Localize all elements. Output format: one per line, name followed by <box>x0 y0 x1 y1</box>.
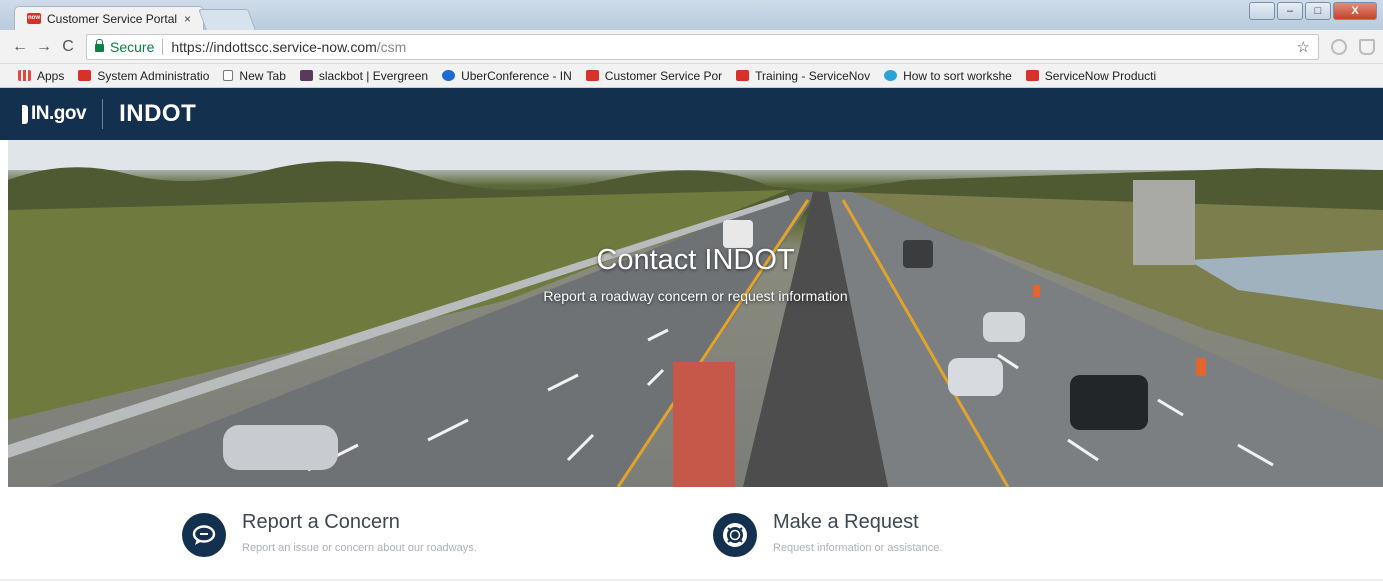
apps-icon <box>18 70 31 81</box>
bookmark-apps[interactable]: Apps <box>18 69 64 83</box>
highway-photo <box>8 140 1383 487</box>
hero-banner: Contact INDOT Report a roadway concern o… <box>8 140 1383 487</box>
bookmark-label: New Tab <box>239 68 286 83</box>
site-header: IN.gov INDOT <box>0 88 1383 140</box>
bookmark-label: ServiceNow Producti <box>1044 68 1157 83</box>
make-request-card[interactable]: Make a Request Request information or as… <box>713 511 942 557</box>
minimize-button[interactable]: – <box>1277 2 1303 20</box>
hero-title: Contact INDOT <box>596 244 795 276</box>
servicenow-icon <box>1025 70 1039 81</box>
bookmark-label: Training - ServiceNov <box>755 68 871 83</box>
indot-logo[interactable]: INDOT <box>119 100 196 128</box>
bookmark-uberconference[interactable]: UberConference - IN <box>442 69 572 83</box>
slack-icon <box>299 70 313 81</box>
make-request-description: Request information or assistance. <box>773 542 943 554</box>
forward-button[interactable]: → <box>32 38 56 56</box>
bookmark-label: System Administratio <box>97 68 210 83</box>
bookmark-new-tab[interactable]: New Tab <box>223 68 286 83</box>
divider <box>0 579 1383 581</box>
servicenow-favicon-icon: now <box>27 13 41 24</box>
new-tab-button[interactable] <box>198 9 256 30</box>
address-bar[interactable]: Secure https://indottscc.service-now.com… <box>86 33 1319 60</box>
bookmark-label: Customer Service Por <box>604 68 723 83</box>
bookmark-label: slackbot | Evergreen <box>318 68 429 83</box>
tab-title: Customer Service Portal <box>47 11 178 26</box>
bookmarks-bar: Apps System Administratio New Tab slackb… <box>0 64 1383 88</box>
maximize-button[interactable]: □ <box>1305 2 1331 20</box>
pocket-extension-icon[interactable] <box>1359 38 1375 55</box>
report-concern-description: Report an issue or concern about our roa… <box>242 542 477 554</box>
bookmark-label: How to sort workshe <box>903 68 1012 83</box>
uberconference-icon <box>442 70 456 81</box>
ingov-logo-text: IN.gov <box>31 103 87 124</box>
url-path: /csm <box>376 38 407 55</box>
indiana-state-icon <box>22 104 28 124</box>
report-concern-title[interactable]: Report a Concern <box>242 511 477 534</box>
browser-tab[interactable]: now Customer Service Portal × <box>14 6 204 30</box>
bookmark-how-to-sort[interactable]: How to sort workshe <box>884 69 1012 83</box>
lock-icon <box>95 38 104 52</box>
servicenow-icon <box>78 70 92 81</box>
secure-label: Secure <box>110 38 155 55</box>
action-cards: Report a Concern Report an issue or conc… <box>0 487 1383 581</box>
bookmark-star-icon[interactable]: ☆ <box>1297 38 1310 56</box>
secure-indicator[interactable]: Secure <box>95 38 155 55</box>
chat-bubble-icon <box>182 513 226 557</box>
make-request-title[interactable]: Make a Request <box>773 511 942 534</box>
reload-button[interactable]: C <box>56 38 80 56</box>
bookmark-customer-service-portal[interactable]: Customer Service Por <box>585 68 723 83</box>
tab-close-icon[interactable]: × <box>184 12 191 26</box>
page-icon <box>223 70 234 81</box>
report-concern-card[interactable]: Report a Concern Report an issue or conc… <box>182 511 477 557</box>
address-separator <box>162 38 164 55</box>
servicenow-icon <box>736 70 750 81</box>
browser-toolbar: ← → C Secure https://indottscc.service-n… <box>0 30 1383 64</box>
close-window-button[interactable]: X <box>1333 2 1377 20</box>
lifebuoy-icon <box>713 513 757 557</box>
extension-icon[interactable] <box>1331 38 1347 55</box>
bookmark-label: UberConference - IN <box>461 68 572 83</box>
bookmark-slackbot[interactable]: slackbot | Evergreen <box>299 68 429 83</box>
sheet-icon <box>884 70 898 81</box>
url-host: https://indottscc.service-now.com <box>171 38 377 55</box>
bookmark-servicenow-production[interactable]: ServiceNow Producti <box>1025 68 1157 83</box>
hero-subtitle: Report a roadway concern or request info… <box>543 288 848 304</box>
window-user-icon[interactable] <box>1249 2 1275 20</box>
bookmark-system-administration[interactable]: System Administratio <box>78 69 209 83</box>
browser-titlebar: now Customer Service Portal × – □ X <box>0 0 1383 30</box>
logo-divider <box>102 99 104 129</box>
servicenow-icon <box>585 70 599 81</box>
window-controls: – □ X <box>1249 2 1377 20</box>
bookmark-label: Apps <box>37 68 65 83</box>
ingov-logo[interactable]: IN.gov <box>22 103 87 125</box>
back-button[interactable]: ← <box>8 38 32 56</box>
bookmark-training-servicenow[interactable]: Training - ServiceNov <box>736 69 870 83</box>
